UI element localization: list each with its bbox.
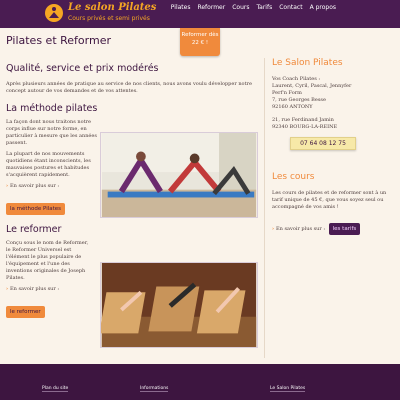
- salon-address: Vos Coach Pilates : Laurent, Cyril, Pasc…: [272, 76, 352, 130]
- phone-number[interactable]: 07 64 08 12 75: [290, 137, 356, 150]
- nav-pilates[interactable]: Pilates: [171, 4, 191, 11]
- quality-text: Après plusieurs années de pratique au se…: [6, 81, 252, 94]
- logo-subtitle: Cours privés et semi privés: [68, 15, 150, 22]
- main-nav: Pilates Reformer Cours Tarifs Contact A …: [171, 4, 336, 11]
- nav-contact[interactable]: Contact: [279, 4, 302, 11]
- nav-tarifs[interactable]: Tarifs: [256, 4, 272, 11]
- quality-heading: Qualité, service et prix modérés: [6, 63, 159, 74]
- method-more: › En savoir plus sur :: [6, 183, 60, 189]
- tarifs-button[interactable]: les tarifs: [328, 223, 361, 235]
- courses-text: Les cours de pilates et de reformer sont…: [272, 190, 387, 210]
- column-divider: [264, 58, 265, 358]
- nav-a-propos[interactable]: A propos: [310, 4, 336, 11]
- footer-link-info[interactable]: Informations: [140, 386, 169, 392]
- courses-more: › En savoir plus sur : les tarifs: [272, 223, 392, 235]
- reformer-class-photo: [100, 262, 258, 348]
- pilates-class-photo: [100, 132, 258, 218]
- logo-title[interactable]: Le salon Pilates: [68, 2, 156, 13]
- courses-title: Les cours: [272, 172, 315, 182]
- logo-icon[interactable]: [44, 3, 64, 23]
- reformer-heading: Le reformer: [6, 224, 62, 235]
- site-header: Le salon Pilates Cours privés et semi pr…: [0, 0, 400, 28]
- reformer-button[interactable]: le reformer: [6, 306, 45, 318]
- method-pilates-button[interactable]: la méthode Pilates: [6, 203, 66, 215]
- method-heading: La méthode pilates: [6, 103, 98, 114]
- site-footer: Plan du site Informations Le Salon Pilat…: [0, 364, 400, 400]
- nav-reformer[interactable]: Reformer: [197, 4, 225, 11]
- sidebar: Le Salon Pilates Vos Coach Pilates : Lau…: [272, 58, 392, 235]
- footer-link-sitemap[interactable]: Plan du site: [42, 386, 69, 392]
- reformer-more: › En savoir plus sur :: [6, 286, 60, 292]
- method-para2: La plupart de nos mouvements quotidiens …: [6, 151, 91, 178]
- nav-cours[interactable]: Cours: [232, 4, 249, 11]
- reformer-para: Conçu sous le nom de Reformer, le Reform…: [6, 240, 89, 281]
- salon-title: Le Salon Pilates: [272, 58, 343, 68]
- arrow-icon: ›: [6, 183, 8, 189]
- method-para1: La façon dont nous traitons notre corps …: [6, 119, 97, 146]
- page-title: Pilates et Reformer: [6, 34, 111, 47]
- arrow-icon: ›: [272, 226, 274, 232]
- arrow-icon: ›: [6, 286, 8, 292]
- footer-link-salon[interactable]: Le Salon Pilates: [270, 386, 306, 392]
